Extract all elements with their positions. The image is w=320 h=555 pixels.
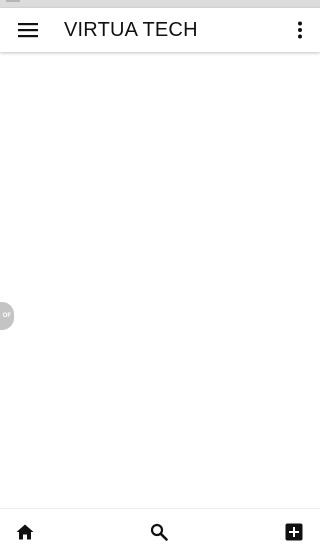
nav-add-button[interactable] bbox=[281, 519, 307, 545]
page-title: VIRTUA TECH bbox=[64, 19, 198, 41]
floating-edge-tab-label: OF bbox=[2, 313, 11, 319]
status-bar bbox=[0, 0, 320, 8]
home-icon bbox=[16, 524, 34, 540]
bottom-navigation bbox=[0, 508, 320, 555]
notification-icon bbox=[6, 0, 20, 2]
main-content bbox=[0, 52, 320, 508]
search-icon bbox=[150, 523, 168, 541]
menu-button[interactable] bbox=[10, 12, 46, 48]
add-box-icon bbox=[285, 523, 303, 541]
nav-search-button[interactable] bbox=[146, 519, 172, 545]
hamburger-menu-icon bbox=[18, 23, 38, 38]
app-bar: VIRTUA TECH bbox=[0, 8, 320, 52]
more-vert-icon bbox=[298, 21, 302, 39]
nav-home-button[interactable] bbox=[12, 519, 38, 545]
overflow-menu-button[interactable] bbox=[288, 12, 312, 48]
